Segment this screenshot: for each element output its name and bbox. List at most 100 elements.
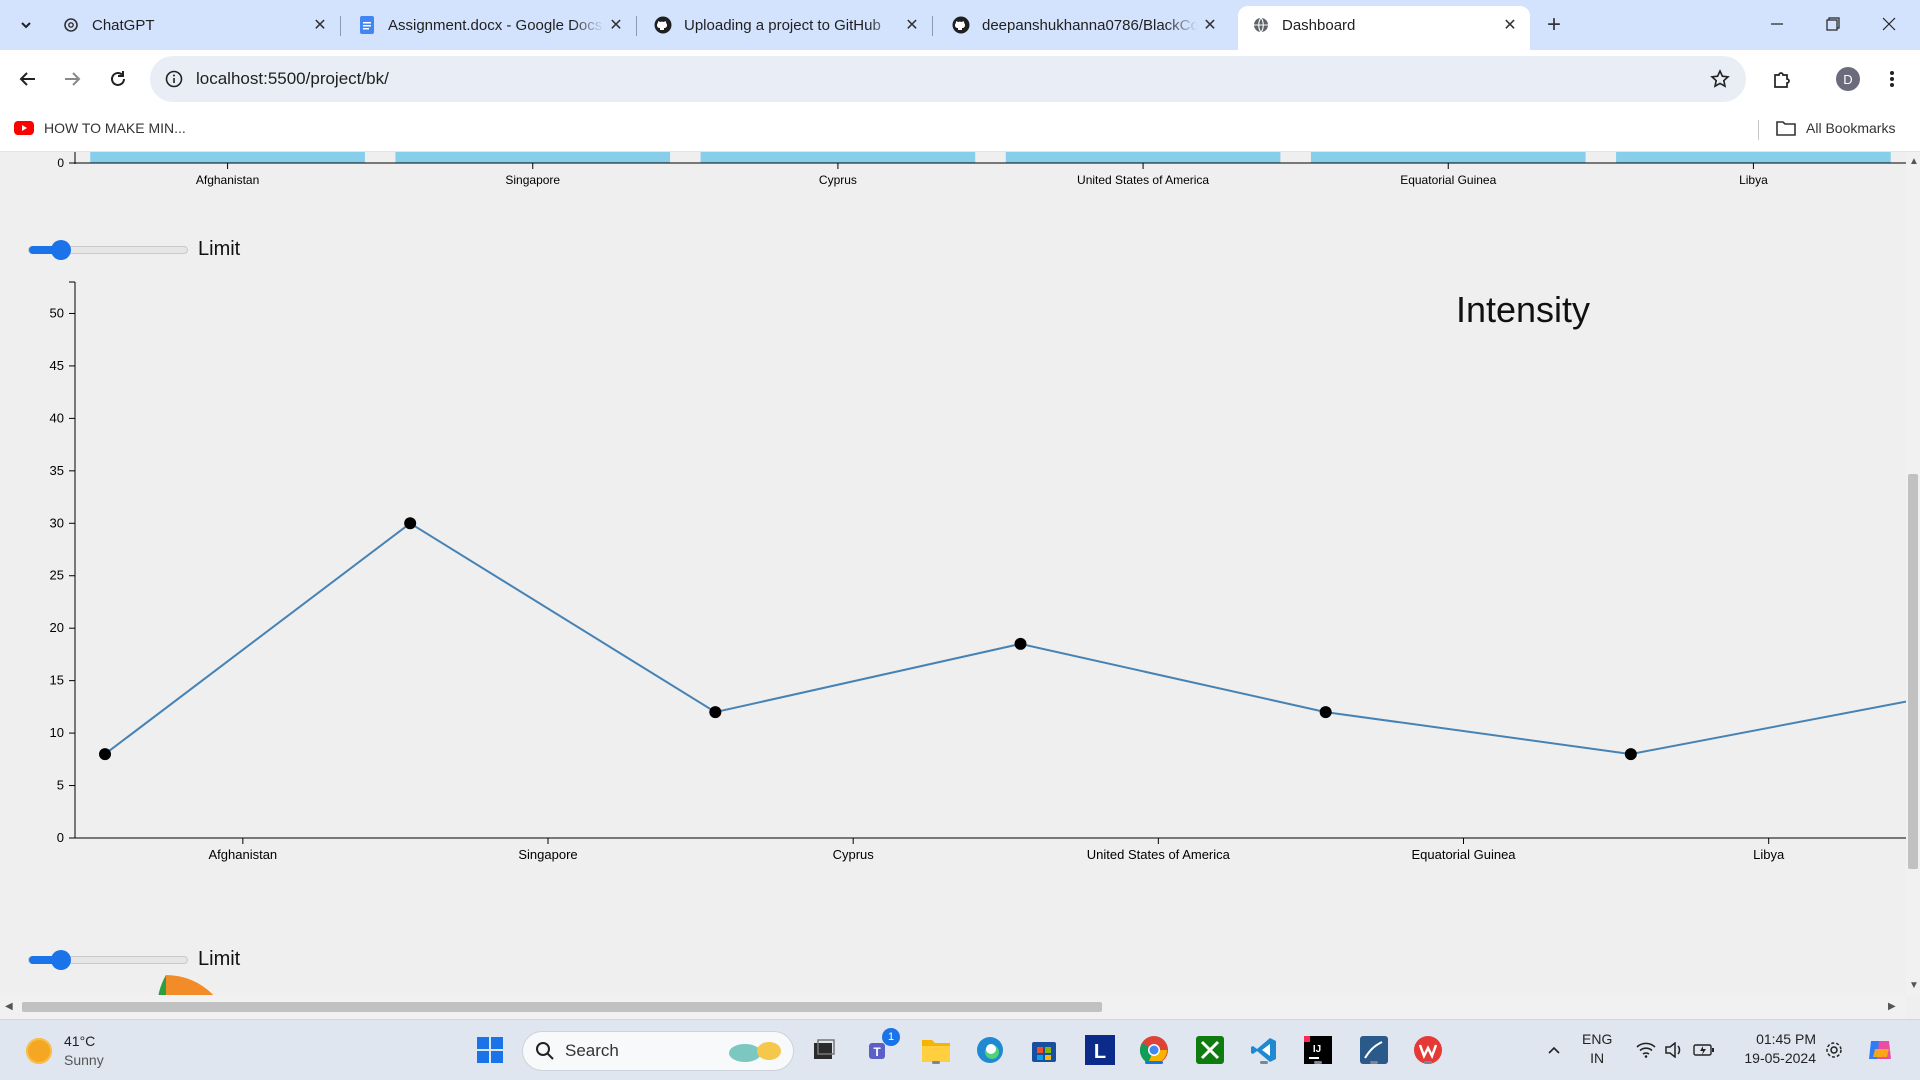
pie-slice [158, 975, 166, 995]
minimize-button[interactable] [1750, 6, 1804, 42]
limit-slider-thumb[interactable] [51, 239, 71, 260]
intensity-line-chart: Intensity 0 5 10 15 20 25 30 35 40 45 50 Afghanist… [50, 281, 1906, 862]
restore-icon [1826, 17, 1840, 31]
scroll-up-icon[interactable]: ▲ [1909, 156, 1919, 167]
chevron-down-icon [21, 22, 31, 29]
speaker-icon [1665, 1042, 1681, 1058]
back-button[interactable] [12, 63, 44, 95]
y-tick-label: 35 [50, 463, 64, 478]
y-tick-label: 45 [50, 358, 64, 373]
data-point [1319, 706, 1332, 719]
clock[interactable]: 01:45 PM 19-05-2024 [1742, 1030, 1816, 1068]
y-tick-label: 20 [50, 620, 64, 635]
start-button[interactable] [472, 1032, 508, 1068]
notification-settings[interactable] [1822, 1032, 1846, 1068]
scroll-down-icon[interactable]: ▼ [1909, 980, 1919, 991]
bookmarks-divider [1758, 120, 1759, 140]
tab-github-repo[interactable]: deepanshukhanna0786/BlackCoffer ✕ [938, 6, 1230, 44]
taskbar-file-explorer[interactable] [918, 1032, 954, 1068]
bar [90, 152, 365, 163]
scroll-right-icon[interactable]: ▶ [1888, 1001, 1896, 1012]
taskbar-wps-office[interactable] [1410, 1032, 1446, 1068]
volume-status[interactable] [1662, 1032, 1686, 1068]
bar-chart-partial: 0 Afghanistan Singapore Cyprus United State… [57, 152, 1906, 187]
y-axis: 0 5 10 15 20 25 30 35 40 45 50 [50, 281, 76, 845]
taskbar-app-l[interactable]: L [1082, 1032, 1118, 1068]
taskbar-vscode[interactable] [1246, 1032, 1282, 1068]
restore-button[interactable] [1806, 6, 1860, 42]
x-tick-label: Cyprus [819, 173, 857, 187]
y-tick-label: 25 [50, 568, 64, 583]
google-docs-icon [358, 16, 376, 34]
limit-slider[interactable] [28, 949, 188, 970]
running-indicator [932, 1061, 940, 1064]
clock-time: 01:45 PM [1756, 1031, 1816, 1047]
running-indicator [1424, 1061, 1432, 1064]
copilot-button[interactable] [1862, 1032, 1898, 1068]
horizontal-scroll-thumb[interactable] [22, 1002, 1102, 1012]
tab-dashboard[interactable]: Dashboard ✕ [1238, 6, 1530, 50]
tab-google-docs[interactable]: Assignment.docx - Google Docs ✕ [344, 6, 637, 44]
taskbar-teams[interactable]: T 1 [862, 1028, 900, 1068]
profile-avatar[interactable]: D [1836, 67, 1860, 91]
close-icon[interactable]: ✕ [308, 13, 332, 37]
taskbar-store[interactable] [1026, 1032, 1062, 1068]
show-hidden-icons-button[interactable] [1536, 1032, 1572, 1068]
new-tab-button[interactable]: + [1540, 11, 1568, 38]
taskbar-xbox[interactable] [1192, 1032, 1228, 1068]
bookmark-star-icon[interactable] [1706, 65, 1734, 93]
forward-button[interactable] [56, 63, 88, 95]
data-point [1014, 637, 1027, 650]
running-indicator [1260, 1061, 1268, 1064]
taskbar-intellij[interactable]: IJ [1300, 1032, 1336, 1068]
task-view-button[interactable] [806, 1032, 842, 1068]
scroll-left-icon[interactable]: ◀ [5, 1001, 13, 1012]
intellij-icon: IJ [1304, 1036, 1332, 1064]
tab-label: Assignment.docx - Google Docs [388, 16, 603, 34]
browser-menu-button[interactable] [1876, 63, 1908, 95]
limit-slider-thumb[interactable] [51, 949, 71, 970]
reload-button[interactable] [102, 63, 134, 95]
taskbar-search[interactable]: Search [522, 1031, 794, 1071]
taskbar-mysql-workbench[interactable] [1356, 1032, 1392, 1068]
close-icon[interactable]: ✕ [1198, 13, 1222, 37]
site-info-icon[interactable] [160, 65, 188, 93]
battery-status[interactable] [1692, 1032, 1716, 1068]
x-tick-label: United States of America [1077, 173, 1209, 187]
weather-widget[interactable]: 41°C Sunny [26, 1032, 104, 1070]
bookmark-item[interactable]: HOW TO MAKE MIN... [14, 120, 186, 136]
taskbar-edge[interactable] [972, 1032, 1008, 1068]
pie-chart-partial [158, 975, 214, 995]
x-tick-label: Afghanistan [209, 847, 278, 862]
close-window-button[interactable] [1862, 6, 1916, 42]
address-bar[interactable]: localhost:5500/project/bk/ [150, 56, 1746, 102]
gear-icon [1826, 1042, 1842, 1058]
close-icon[interactable]: ✕ [604, 13, 628, 37]
tab-label: ChatGPT [92, 16, 155, 34]
mysql-workbench-icon [1360, 1036, 1388, 1064]
horizontal-scrollbar[interactable]: ◀ ▶ [0, 995, 1906, 1019]
vertical-scrollbar[interactable]: ▲ ▼ [1906, 152, 1920, 995]
arrow-left-icon [19, 72, 35, 86]
close-icon[interactable]: ✕ [900, 13, 924, 37]
folder-icon [1776, 121, 1796, 136]
svg-text:IJ: IJ [1313, 1044, 1321, 1055]
wifi-status[interactable] [1634, 1032, 1658, 1068]
tab-chatgpt[interactable]: ChatGPT ✕ [48, 6, 341, 44]
tab-divider [340, 16, 341, 36]
x-tick-label: Equatorial Guinea [1411, 847, 1516, 862]
svg-text:T: T [873, 1045, 881, 1059]
tab-github-upload[interactable]: Uploading a project to GitHub ✕ [640, 6, 933, 44]
taskbar-chrome[interactable] [1136, 1032, 1172, 1068]
tab-search-button[interactable] [12, 11, 40, 39]
vertical-scroll-thumb[interactable] [1908, 474, 1918, 869]
vscode-icon [1251, 1038, 1276, 1062]
close-icon[interactable]: ✕ [1498, 13, 1522, 37]
extensions-button[interactable] [1766, 63, 1798, 95]
bar [700, 152, 976, 163]
language-indicator[interactable]: ENG IN [1582, 1030, 1612, 1068]
all-bookmarks-button[interactable]: All Bookmarks [1776, 120, 1895, 136]
data-point [99, 748, 111, 761]
limit-slider[interactable] [28, 239, 188, 260]
url-text[interactable]: localhost:5500/project/bk/ [196, 69, 389, 89]
